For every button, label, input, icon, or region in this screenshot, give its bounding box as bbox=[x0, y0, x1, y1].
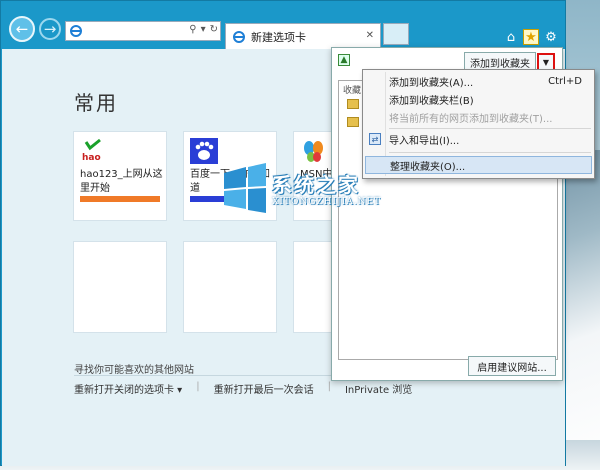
menu-separator bbox=[389, 128, 591, 129]
separator: | bbox=[327, 381, 331, 392]
watermark: 系统之家 XITONGZHIJIA.NET bbox=[216, 161, 406, 221]
back-arrow-icon: ← bbox=[15, 20, 29, 38]
page-title: 常用 bbox=[74, 91, 118, 115]
menu-item-label: 添加到收藏夹(A)... bbox=[389, 77, 474, 89]
star-icon[interactable]: ★ bbox=[523, 29, 539, 45]
menu-item-shortcut: Ctrl+D bbox=[548, 75, 582, 87]
tile-label: hao123_上网从这里开始 bbox=[80, 169, 163, 194]
reopen-closed-tabs-link[interactable]: 重新打开关闭的选项卡 ▾ bbox=[74, 381, 182, 396]
close-icon[interactable]: ✕ bbox=[366, 30, 374, 41]
menu-item-add-to-favorites[interactable]: 添加到收藏夹(A)... Ctrl+D bbox=[363, 72, 594, 90]
address-bar[interactable]: ⚲ ▾ ↻ bbox=[65, 21, 221, 41]
gear-icon[interactable]: ⚙ bbox=[543, 29, 559, 45]
menu-item-label: 将当前所有的网页添加到收藏夹(T)... bbox=[389, 113, 553, 125]
folder-icon[interactable] bbox=[347, 117, 359, 127]
browser-window: ← → ⚲ ▾ ↻ 新建选项卡 ✕ ⌂ ★ ⚙ 常用 hao hao123_上网… bbox=[0, 0, 595, 466]
watermark-title: 系统之家 bbox=[272, 173, 360, 197]
empty-tile[interactable] bbox=[183, 241, 277, 333]
ie-logo-icon bbox=[233, 30, 245, 43]
find-sites-link[interactable]: 寻找你可能喜欢的其他网站 bbox=[74, 361, 194, 376]
forward-button[interactable]: → bbox=[39, 18, 61, 40]
inprivate-link[interactable]: InPrivate 浏览 bbox=[345, 381, 412, 396]
address-controls: ⚲ ▾ ↻ bbox=[189, 24, 218, 35]
empty-tile[interactable] bbox=[293, 241, 333, 333]
back-button[interactable]: ← bbox=[9, 16, 35, 42]
toolbar-icons: ⌂ ★ ⚙ bbox=[503, 29, 559, 45]
tab-new-tab[interactable]: 新建选项卡 ✕ bbox=[225, 23, 381, 49]
bottom-links: 重新打开关闭的选项卡 ▾ | 重新打开最后一次会话 | InPrivate 浏览 bbox=[74, 381, 412, 396]
tile-accent-bar bbox=[80, 196, 160, 202]
empty-tile[interactable] bbox=[73, 241, 167, 333]
baidu-paw-logo bbox=[190, 138, 218, 164]
folder-icon[interactable] bbox=[347, 99, 359, 109]
watermark-subtitle: XITONGZHIJIA.NET bbox=[272, 197, 382, 207]
forward-arrow-icon: → bbox=[43, 20, 57, 38]
search-icon[interactable]: ⚲ bbox=[189, 24, 196, 35]
chevron-down-icon[interactable]: ▾ bbox=[201, 24, 206, 35]
menu-item-add-to-favorites-bar[interactable]: 添加到收藏夹栏(B) bbox=[363, 90, 594, 108]
reopen-last-session-link[interactable]: 重新打开最后一次会话 bbox=[214, 381, 314, 396]
menu-item-add-all-tabs: 将当前所有的网页添加到收藏夹(T)... bbox=[363, 108, 594, 126]
navigation-bar: ← → ⚲ ▾ ↻ 新建选项卡 ✕ ⌂ ★ ⚙ bbox=[1, 9, 565, 49]
new-tab-button[interactable] bbox=[383, 23, 409, 45]
menu-item-label: 导入和导出(I)... bbox=[389, 135, 460, 147]
separator: | bbox=[196, 381, 200, 392]
refresh-icon[interactable]: ↻ bbox=[210, 24, 218, 35]
enable-suggested-sites-button[interactable]: 启用建议网站... bbox=[468, 356, 556, 376]
frequent-site-tile[interactable]: hao hao123_上网从这里开始 bbox=[73, 131, 167, 221]
pin-icon[interactable]: ▲ bbox=[338, 54, 350, 66]
menu-item-import-export[interactable]: 导入和导出(I)... bbox=[363, 130, 594, 148]
home-icon[interactable]: ⌂ bbox=[503, 29, 519, 45]
menu-separator bbox=[389, 152, 591, 153]
tab-title: 新建选项卡 bbox=[251, 30, 306, 44]
menu-item-label: 添加到收藏夹栏(B) bbox=[389, 95, 474, 107]
svg-text:hao: hao bbox=[82, 153, 101, 163]
ie-logo-icon bbox=[70, 25, 82, 37]
watermark-logo bbox=[224, 163, 266, 213]
hao123-logo: hao bbox=[80, 138, 108, 164]
favorites-tab[interactable]: 收藏 bbox=[343, 83, 361, 96]
